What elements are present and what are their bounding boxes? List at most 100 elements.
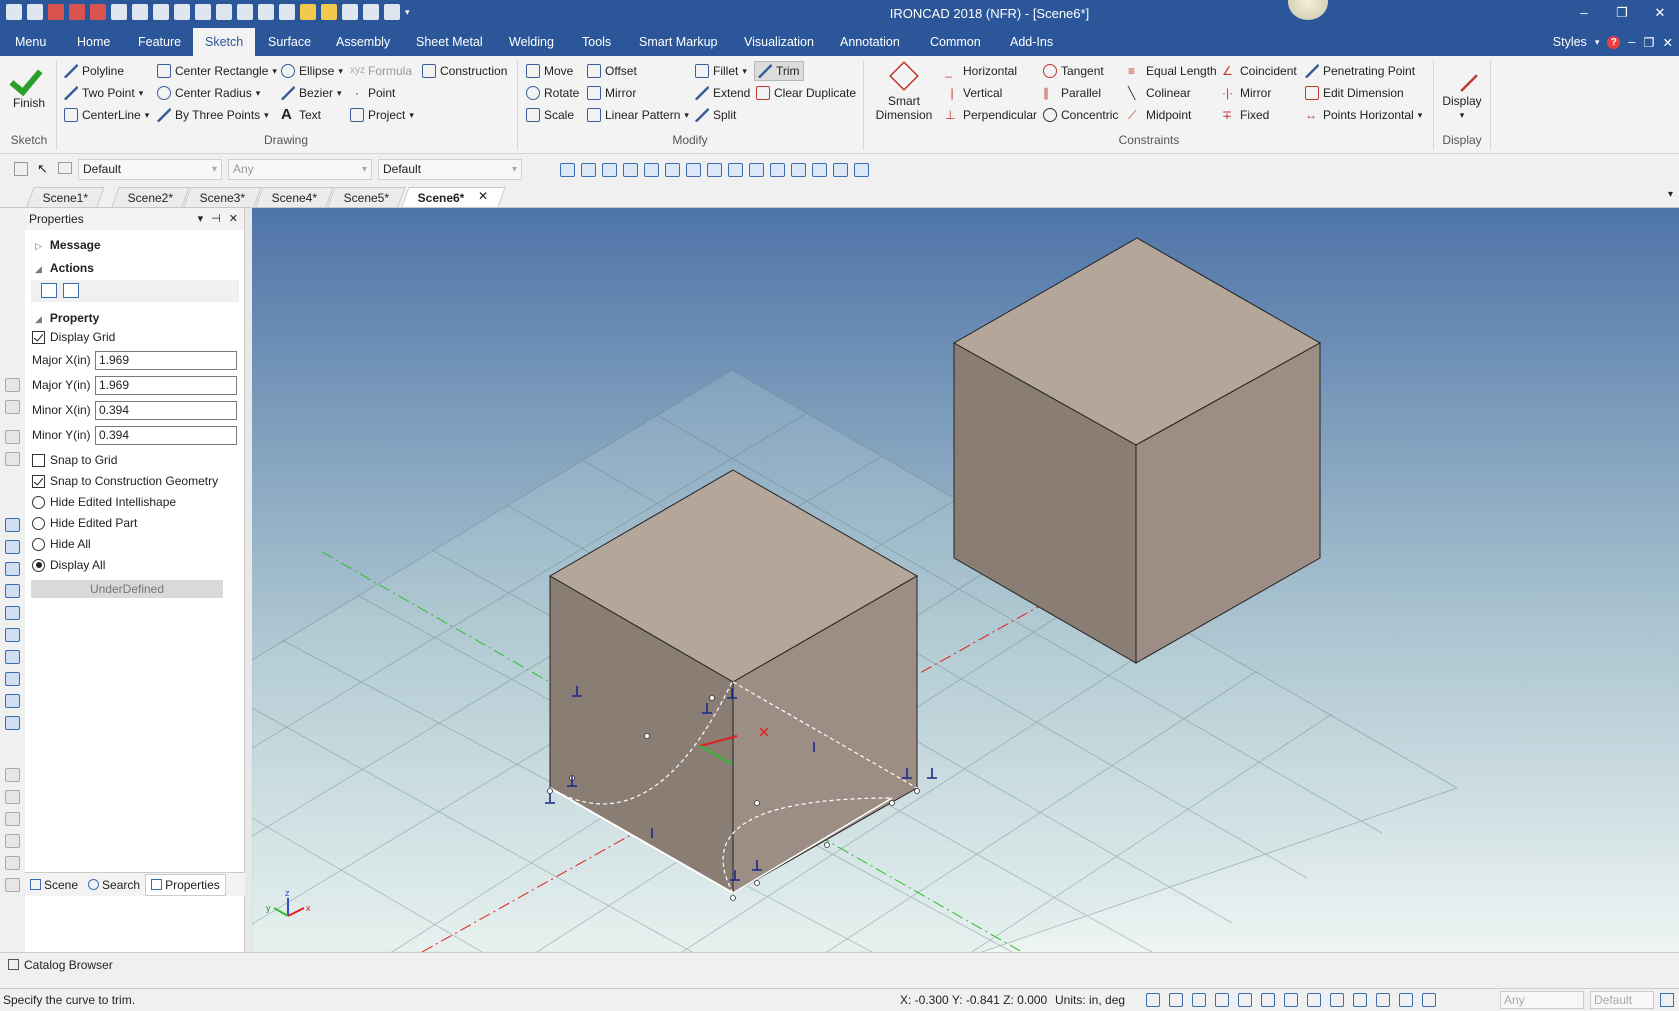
tangent-button[interactable]: Tangent: [1043, 61, 1104, 81]
section-message[interactable]: ▷ Message: [35, 238, 101, 252]
filter-combo[interactable]: Any: [228, 159, 372, 180]
cube-view-icon[interactable]: [1330, 993, 1344, 1007]
tab-scene6[interactable]: Scene6*: [401, 187, 506, 207]
tab-scene3[interactable]: Scene3*: [183, 187, 263, 207]
hide-all-radio[interactable]: Hide All: [32, 534, 91, 554]
horizontal-button[interactable]: _ Horizontal: [945, 61, 1017, 81]
display-all-radio[interactable]: Display All: [32, 555, 105, 575]
restore-button[interactable]: ❐: [1603, 0, 1641, 28]
snap-to-grid-checkbox[interactable]: Snap to Grid: [32, 450, 117, 470]
status-filter-combo[interactable]: Any: [1500, 991, 1584, 1009]
tab-smart-markup[interactable]: Smart Markup: [627, 28, 730, 56]
open-folder-icon[interactable]: [560, 163, 575, 177]
animation-icon[interactable]: [833, 163, 848, 177]
bezier-button[interactable]: Bezier ▾: [281, 83, 342, 103]
tool-icon[interactable]: [5, 378, 20, 392]
rotate-button[interactable]: Rotate: [526, 83, 579, 103]
center-radius-button[interactable]: Center Radius ▾: [157, 83, 260, 103]
extend-button[interactable]: Extend: [695, 83, 750, 103]
mdi-restore-button[interactable]: ❐: [1643, 35, 1654, 50]
hide-edited-intellishape-radio[interactable]: Hide Edited Intellishape: [32, 492, 176, 512]
pen-icon[interactable]: [1284, 993, 1298, 1007]
layer-combo[interactable]: Default: [378, 159, 522, 180]
linear-pattern-button[interactable]: Linear Pattern ▾: [587, 105, 689, 125]
block-icon[interactable]: [5, 650, 20, 664]
display-grid-checkbox[interactable]: Display Grid: [32, 327, 115, 347]
zoom-icon[interactable]: [1146, 993, 1160, 1007]
points-horizontal-button[interactable]: ↔ Points Horizontal ▾: [1305, 105, 1422, 125]
tool-icon[interactable]: [5, 790, 20, 804]
status-style-combo[interactable]: Default: [1590, 991, 1654, 1009]
parallel-button[interactable]: ∥ Parallel: [1043, 83, 1101, 103]
select-arrow-icon[interactable]: ↖: [37, 161, 48, 177]
tab-scene4[interactable]: Scene4*: [255, 187, 335, 207]
coincident-button[interactable]: ∠ Coincident: [1222, 61, 1297, 81]
more-icon[interactable]: [854, 163, 869, 177]
tab-welding[interactable]: Welding: [497, 28, 566, 56]
parts-icon[interactable]: [644, 163, 659, 177]
midpoint-button[interactable]: ⟋ Midpoint: [1128, 105, 1191, 125]
panel-splitter[interactable]: [245, 208, 252, 952]
tab-scene5[interactable]: Scene5*: [327, 187, 407, 207]
trim-button[interactable]: Trim: [754, 61, 804, 81]
block-icon[interactable]: [5, 540, 20, 554]
filter-icon[interactable]: [14, 162, 28, 176]
mirror-button[interactable]: Mirror: [587, 83, 636, 103]
vertical-button[interactable]: | Vertical: [945, 83, 1002, 103]
pin-icon[interactable]: ⊣: [211, 208, 221, 230]
tab-add-ins[interactable]: Add-Ins: [998, 28, 1065, 56]
block-icon[interactable]: [5, 694, 20, 708]
material-icon[interactable]: [749, 163, 764, 177]
fixed-button[interactable]: ∓ Fixed: [1222, 105, 1269, 125]
save-icon[interactable]: [581, 163, 596, 177]
import-icon[interactable]: [623, 163, 638, 177]
block-icon[interactable]: [5, 628, 20, 642]
tab-properties[interactable]: Properties: [145, 873, 226, 896]
edit-action-icon[interactable]: [41, 283, 57, 298]
panel-dropdown-icon[interactable]: ▾: [198, 208, 204, 230]
help-icon[interactable]: ?: [1607, 35, 1621, 49]
block-icon[interactable]: [5, 606, 20, 620]
3d-viewport[interactable]: z x y: [252, 208, 1679, 952]
zoom-fit-icon[interactable]: [1169, 993, 1183, 1007]
settings-icon[interactable]: [1660, 993, 1674, 1007]
scene-canvas[interactable]: z x y: [252, 208, 1679, 952]
close-tab-icon[interactable]: ✕: [478, 189, 488, 203]
smart-dimension-button[interactable]: Smart Dimension: [868, 61, 940, 122]
tool-icon[interactable]: [5, 812, 20, 826]
tool-icon[interactable]: [5, 452, 20, 466]
tool-icon[interactable]: [5, 856, 20, 870]
grid-icon[interactable]: [686, 163, 701, 177]
section-property[interactable]: ◢ Property: [35, 311, 99, 325]
section-icon[interactable]: [1261, 993, 1275, 1007]
minor-y-input[interactable]: [95, 425, 237, 445]
styles-dropdown-icon[interactable]: ▾: [1595, 37, 1600, 48]
major-x-input[interactable]: [95, 350, 237, 370]
equal-length-button[interactable]: ≡ Equal Length: [1128, 61, 1217, 81]
display-button[interactable]: Display ▾: [1437, 60, 1487, 122]
close-button[interactable]: ✕: [1641, 0, 1679, 28]
box-icon[interactable]: [1215, 993, 1229, 1007]
light-icon[interactable]: [770, 163, 785, 177]
tab-sketch[interactable]: Sketch: [193, 28, 256, 56]
mdi-close-button[interactable]: ✕: [1663, 35, 1673, 50]
tool-icon[interactable]: [5, 400, 20, 414]
two-point-button[interactable]: Two Point ▾: [64, 83, 143, 103]
table-action-icon[interactable]: [63, 283, 79, 298]
section-actions[interactable]: ◢ Actions: [35, 261, 94, 275]
style-combo[interactable]: Default: [78, 159, 222, 180]
tool-icon[interactable]: [5, 430, 20, 444]
snap-to-construction-checkbox[interactable]: Snap to Construction Geometry: [32, 471, 218, 491]
penetrating-point-button[interactable]: Penetrating Point: [1305, 61, 1415, 81]
color-icon[interactable]: [728, 163, 743, 177]
tab-menu[interactable]: Menu: [3, 28, 58, 56]
sphere-icon[interactable]: [665, 163, 680, 177]
tab-visualization[interactable]: Visualization: [732, 28, 826, 56]
tab-surface[interactable]: Surface: [256, 28, 323, 56]
ellipse-button[interactable]: Ellipse ▾: [281, 61, 343, 81]
view-orient-icon[interactable]: [1192, 993, 1206, 1007]
major-y-input[interactable]: [95, 375, 237, 395]
split-button[interactable]: Split: [695, 105, 736, 125]
hand-icon[interactable]: [1376, 993, 1390, 1007]
formula-button[interactable]: xyz Formula: [350, 61, 412, 81]
